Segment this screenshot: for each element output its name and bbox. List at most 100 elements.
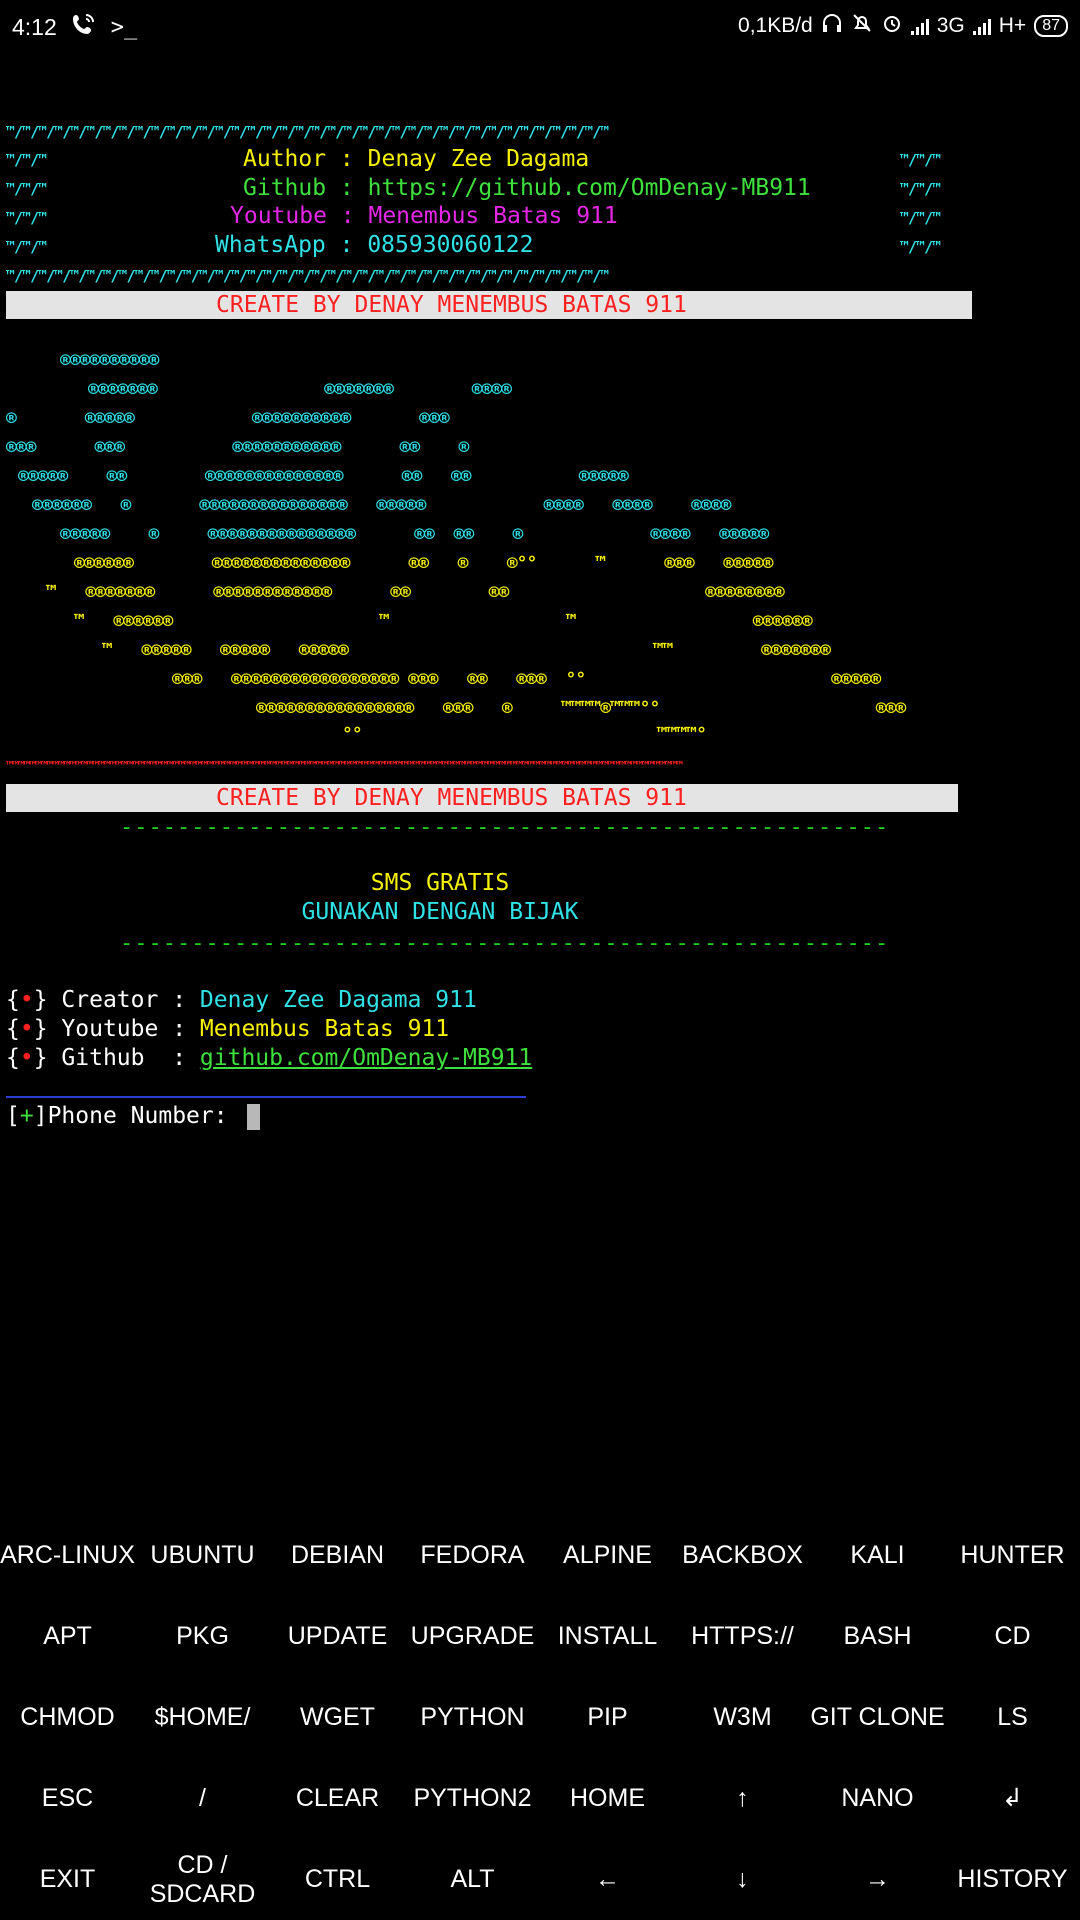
author-value: Denay Zee Dagama [367, 146, 590, 172]
tm-border-bottom: ™/™/™/™/™/™/™/™/™/™/™/™/™/™/™/™/™/™/™/™/… [6, 267, 609, 285]
extra-key-cd-sdcard[interactable]: CD / SDCARD [135, 1839, 270, 1920]
extra-key-[interactable]: → [810, 1839, 945, 1920]
ascii-row: ®®®®®® ® ®®®®®®®®®®®®®®® ®®®®® ®®®® ®®®®… [32, 495, 731, 516]
menu-title: SMS GRATIS [370, 870, 510, 896]
net-type-2: H+ [998, 14, 1027, 37]
extra-key-[interactable]: / [135, 1758, 270, 1839]
tm-side-left: ™/™/™ [6, 238, 47, 256]
extra-key-[interactable]: ↓ [675, 1839, 810, 1920]
extra-key-debian[interactable]: DEBIAN [270, 1515, 405, 1596]
extra-key-home[interactable]: HOME [540, 1758, 675, 1839]
extra-key-upgrade[interactable]: UPGRADE [405, 1596, 540, 1677]
phone-prompt[interactable]: [+]Phone Number: [6, 1102, 261, 1131]
tm-side-left: ™/™/™ [6, 209, 47, 227]
github-info-link[interactable]: github.com/OmDenay-MB911 [200, 1045, 532, 1071]
tm-side-right: ™/™/™ [900, 238, 941, 256]
extra-key-history[interactable]: HISTORY [945, 1839, 1080, 1920]
extra-key-git-clone[interactable]: GIT CLONE [810, 1677, 945, 1758]
creator-line: {•} Creator : Denay Zee Dagama 911 [6, 987, 477, 1013]
extra-key-[interactable]: ↲ [945, 1758, 1080, 1839]
extra-key-ubuntu[interactable]: UBUNTU [135, 1515, 270, 1596]
youtube-info-value: Menembus Batas 911 [199, 1016, 450, 1042]
creator-label: Creator : [61, 987, 200, 1013]
youtube-info-label: Youtube : [61, 1016, 200, 1042]
extra-key-pkg[interactable]: PKG [135, 1596, 270, 1677]
status-bar: 4:12 >_ 0,1KB/d 3G H+ 87 [0, 0, 1080, 52]
extra-key-kali[interactable]: KALI [810, 1515, 945, 1596]
extra-key-update[interactable]: UPDATE [270, 1596, 405, 1677]
prompt-prefix: [+] [6, 1103, 48, 1129]
extra-key-home[interactable]: $HOME/ [135, 1677, 270, 1758]
extra-key-alt[interactable]: ALT [405, 1839, 540, 1920]
tm-side-left: ™/™/™ [6, 151, 47, 169]
github-info-line: {•} Github : github.com/OmDenay-MB911 [6, 1045, 533, 1071]
extra-key-chmod[interactable]: CHMOD [0, 1677, 135, 1758]
extra-key-fedora[interactable]: FEDORA [405, 1515, 540, 1596]
extra-key-wget[interactable]: WGET [270, 1677, 405, 1758]
youtube-info-line: {•} Youtube : Menembus Batas 911 [6, 1016, 450, 1042]
extra-key-ctrl[interactable]: CTRL [270, 1839, 405, 1920]
network-speed: 0,1KB/d [738, 14, 813, 37]
extra-key-install[interactable]: INSTALL [540, 1596, 675, 1677]
extra-key-esc[interactable]: ESC [0, 1758, 135, 1839]
ascii-row: ®®®®®® ®®®®®®®®®®®®®® ®® ® ®°° ™ ®®® ®®®… [74, 553, 773, 574]
extra-key-ls[interactable]: LS [945, 1677, 1080, 1758]
ascii-row: ®®®®®®® ®®®®®®® ®®®® [88, 379, 512, 400]
extra-key-w3m[interactable]: W3M [675, 1677, 810, 1758]
extra-key-alpine[interactable]: ALPINE [540, 1515, 675, 1596]
alarm-icon [881, 12, 903, 40]
signal-icon-1 [910, 17, 929, 35]
extra-key-bash[interactable]: BASH [810, 1596, 945, 1677]
ascii-banner: CREATE BY DENAY MENEMBUS BATAS 911 [6, 784, 958, 812]
extra-key-backbox[interactable]: BACKBOX [675, 1515, 810, 1596]
net-type-1: 3G [936, 14, 965, 37]
ascii-row: ®®®®®®®®®®®®®®®® ®®® ® ™™™™®™™™°° ®®® [256, 698, 906, 719]
ascii-row: ®®®®®®®®®® [60, 350, 159, 371]
headphones-icon [821, 12, 843, 40]
github-info-label: Github : [61, 1045, 200, 1071]
header-banner-text: CREATE BY DENAY MENEMBUS BATAS 911 [216, 292, 687, 318]
ascii-row: ®®®®® ®® ®®®®®®®®®®®®®® ®® ®® ®®®®® [18, 466, 629, 487]
menu-subtitle: GUNAKAN DENGAN BIJAK [301, 899, 579, 925]
extra-key-arc-linux[interactable]: ARC-LINUX [0, 1515, 135, 1596]
extra-key-pip[interactable]: PIP [540, 1677, 675, 1758]
extra-key-nano[interactable]: NANO [810, 1758, 945, 1839]
youtube-value: Menembus Batas 911 [368, 203, 618, 229]
extra-key-[interactable]: ← [540, 1839, 675, 1920]
bullet: • [19, 1016, 34, 1042]
extra-key-exit[interactable]: EXIT [0, 1839, 135, 1920]
extra-key-python[interactable]: PYTHON [405, 1677, 540, 1758]
ascii-row: ®®® ®®®®®®®®®®®®®®®®® ®®® ®® ®®® °° ®®®®… [172, 669, 881, 690]
extra-key-clear[interactable]: CLEAR [270, 1758, 405, 1839]
extra-key-[interactable]: ↑ [675, 1758, 810, 1839]
ascii-red-row: ™™™™™™™™™™™™™™™™™™™™™™™™™™™™™™™™™™™™™™™™… [6, 759, 683, 773]
extra-key-cd[interactable]: CD [945, 1596, 1080, 1677]
extra-key-https[interactable]: HTTPS:// [675, 1596, 810, 1677]
whatsapp-line: WhatsApp : 085930060122 [215, 231, 534, 260]
youtube-label: Youtube : [230, 203, 369, 229]
ascii-banner-text: CREATE BY DENAY MENEMBUS BATAS 911 [216, 785, 687, 811]
battery-icon: 87 [1034, 15, 1068, 37]
creator-value: Denay Zee Dagama 911 [199, 987, 477, 1013]
ascii-row: ® ®®®®® ®®®®®®®®®® ®®® [6, 408, 450, 429]
bullet: • [19, 987, 34, 1013]
ascii-row: ®®®®® ® ®®®®®®®®®®®®®®® ®® ®® ® ®®®® ®®®… [60, 524, 769, 545]
author-label: Author : [243, 146, 368, 172]
terminal-cursor[interactable] [247, 1103, 261, 1130]
tm-side-right: ™/™/™ [900, 151, 941, 169]
extra-key-apt[interactable]: APT [0, 1596, 135, 1677]
prompt-label: Phone Number: [47, 1103, 242, 1129]
youtube-line: Youtube : Menembus Batas 911 [230, 202, 618, 231]
whatsapp-value: 085930060122 [367, 232, 534, 258]
ascii-row: ™ ®®®®®® ™ ™ ®®®®®® [74, 611, 813, 632]
github-value[interactable]: https://github.com/OmDenay-MB911 [368, 175, 811, 201]
extra-key-python2[interactable]: PYTHON2 [405, 1758, 540, 1839]
ascii-row: °° ™™™™° [342, 724, 707, 745]
wifi-call-icon [71, 12, 97, 42]
dash-separator: ----------------------------------------… [120, 815, 890, 840]
signal-icon-2 [972, 17, 991, 35]
tm-side-right: ™/™/™ [900, 209, 941, 227]
dash-separator: ----------------------------------------… [120, 931, 890, 956]
extra-key-hunter[interactable]: HUNTER [945, 1515, 1080, 1596]
tm-side-left: ™/™/™ [6, 180, 47, 198]
